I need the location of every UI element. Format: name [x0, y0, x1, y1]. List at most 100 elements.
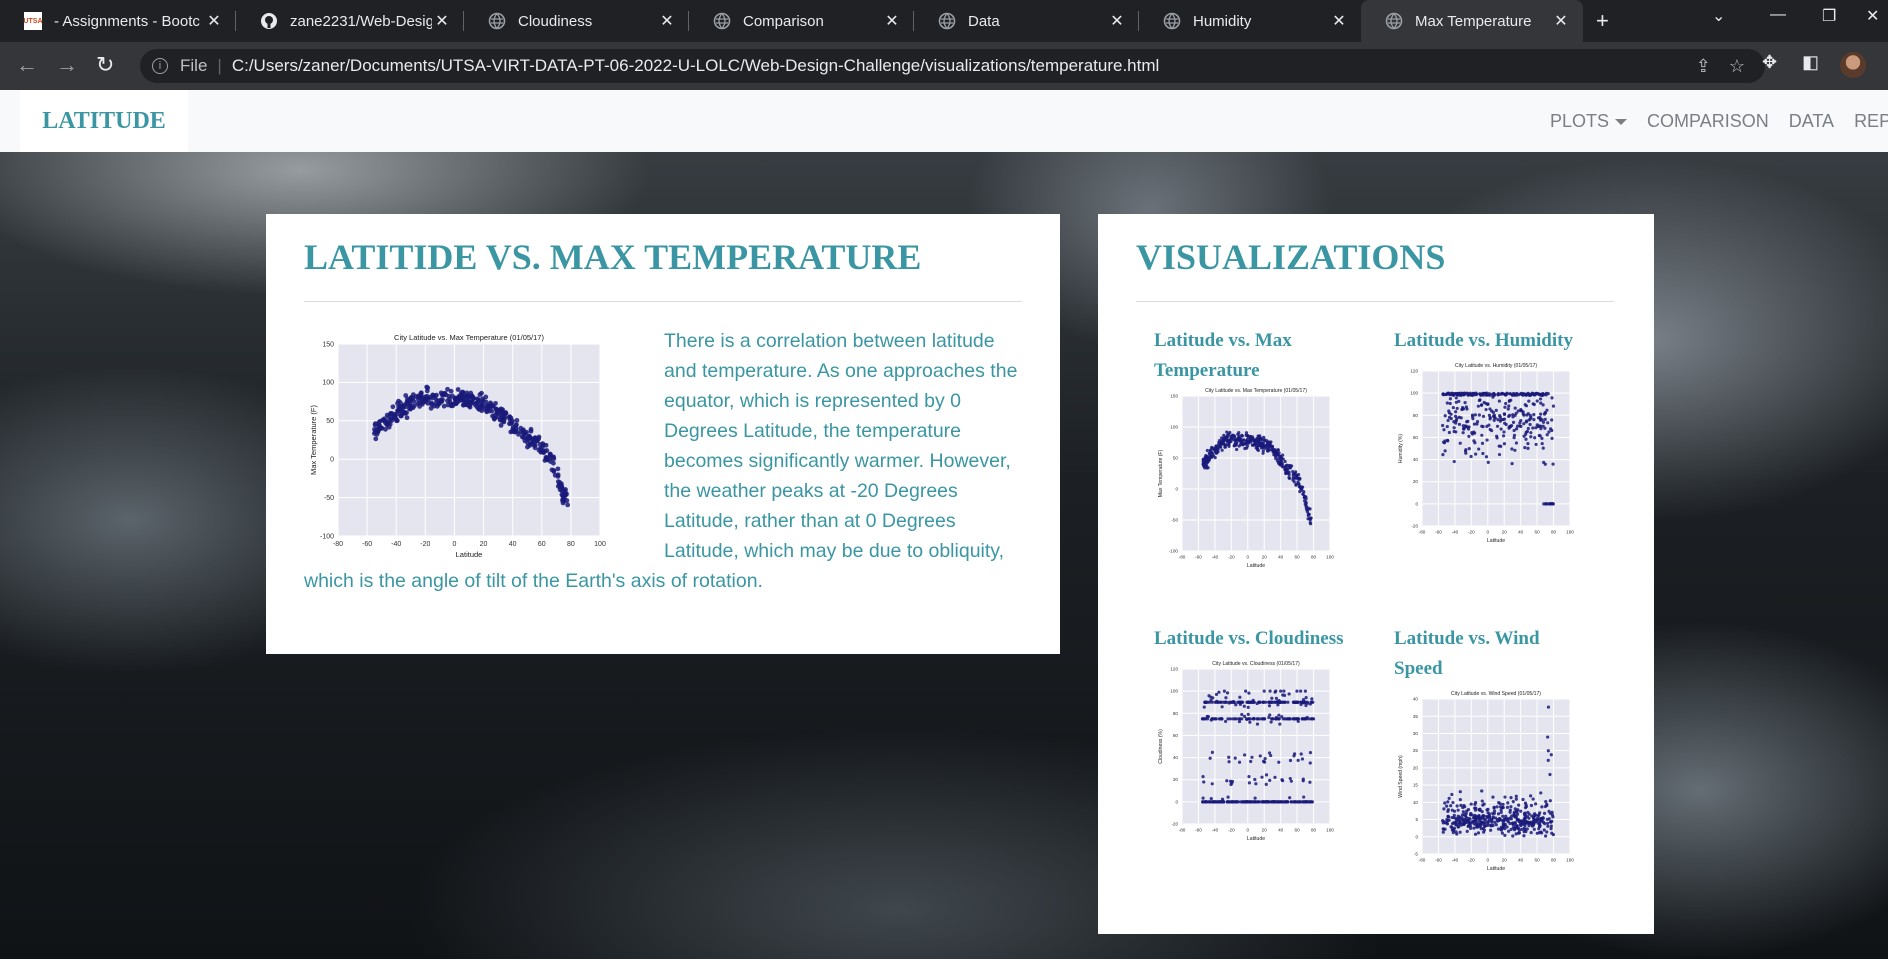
close-icon[interactable]: ✕	[204, 11, 224, 31]
y-axis-label: Max Temperature (F)	[1158, 449, 1164, 497]
data-point	[1247, 439, 1251, 443]
data-point	[1242, 438, 1246, 442]
tab-cloudiness[interactable]: Cloudiness ✕	[464, 0, 689, 42]
tab-comparison[interactable]: Comparison ✕	[689, 0, 914, 42]
y-tick-label: 0	[1415, 834, 1418, 839]
close-icon[interactable]: ✕	[657, 11, 677, 31]
new-tab-button[interactable]: +	[1596, 8, 1609, 34]
data-point	[1309, 516, 1313, 520]
y-tick-label: 0	[1415, 501, 1418, 506]
info-icon[interactable]: i	[152, 58, 168, 74]
nav-data[interactable]: DATA	[1789, 111, 1834, 132]
data-point	[1262, 760, 1267, 764]
viz-link-wind-speed[interactable]: Latitude vs. Wind Speed	[1394, 624, 1544, 684]
viz-link-max-temperature[interactable]: Latitude vs. Max Temperature	[1154, 326, 1334, 386]
close-window-button[interactable]: ✕	[1866, 6, 1879, 26]
data-point	[1484, 455, 1489, 459]
y-tick-label: 0	[1175, 487, 1178, 492]
bookmark-star-icon[interactable]: ☆	[1729, 56, 1745, 77]
close-icon[interactable]: ✕	[1329, 11, 1349, 31]
data-point	[1522, 413, 1526, 417]
x-tick-label: 40	[1518, 530, 1524, 535]
data-point	[1458, 790, 1462, 794]
close-icon[interactable]: ✕	[1107, 11, 1127, 31]
data-point	[1541, 403, 1545, 407]
address-bar[interactable]: i File | C:/Users/zaner/Documents/UTSA-V…	[140, 49, 1765, 83]
data-point	[1531, 426, 1535, 430]
cloudiness-thumbnail[interactable]: -80 -60 -40 -20 0 20 40 60 80 100 -20 0 20 40 60 80 100 1…	[1154, 655, 1344, 850]
data-point	[1225, 800, 1230, 804]
data-point	[1499, 825, 1503, 829]
data-point	[1544, 393, 1548, 397]
data-point	[1481, 451, 1485, 456]
restore-button[interactable]: ❐	[1822, 6, 1836, 26]
minimize-button[interactable]: —	[1770, 6, 1786, 24]
forward-button[interactable]: →	[56, 52, 78, 78]
tab-data[interactable]: Data ✕	[914, 0, 1139, 42]
data-point	[1489, 828, 1493, 832]
data-point	[1486, 460, 1490, 464]
data-point	[1268, 700, 1273, 704]
side-panel-icon[interactable]: ◧	[1802, 52, 1819, 73]
data-point	[1470, 432, 1475, 436]
tab-github[interactable]: zane2231/Web-Design ✕	[236, 0, 464, 42]
x-tick-label: 20	[1502, 858, 1508, 863]
data-point	[1492, 805, 1496, 809]
tab-assignments[interactable]: UTSA - Assignments - Bootc ✕	[0, 0, 236, 42]
data-point	[1207, 800, 1211, 804]
data-point	[1484, 407, 1488, 412]
data-point	[1550, 810, 1554, 814]
data-point	[1546, 821, 1550, 825]
data-point	[1242, 704, 1246, 708]
tab-max-temperature[interactable]: Max Temperature ✕	[1361, 0, 1583, 42]
x-tick-label: 40	[1278, 555, 1284, 560]
tab-search-icon[interactable]: ⌄	[1712, 6, 1725, 26]
data-point	[1454, 419, 1458, 423]
avatar[interactable]	[1840, 52, 1866, 78]
data-point	[1449, 825, 1453, 829]
close-icon[interactable]: ✕	[432, 11, 452, 31]
data-point	[1471, 417, 1475, 421]
max-temperature-thumbnail[interactable]: -80 -60 -40 -20 0 20 40 60 80 100 -100 -50 0 50 100 150…	[1154, 382, 1344, 577]
data-point	[1470, 413, 1475, 417]
data-point	[1201, 774, 1205, 779]
browser-tab-bar: UTSA - Assignments - Bootc ✕ zane2231/We…	[0, 0, 1888, 42]
nav-plots-dropdown[interactable]: PLOTS	[1550, 111, 1628, 132]
x-tick-label: -60	[1435, 858, 1442, 863]
data-point	[1539, 418, 1543, 422]
data-point	[1203, 700, 1207, 704]
viz-link-cloudiness[interactable]: Latitude vs. Cloudiness	[1154, 624, 1364, 654]
data-point	[1442, 428, 1446, 432]
close-icon[interactable]: ✕	[1551, 11, 1571, 31]
data-point	[1451, 828, 1456, 832]
data-point	[1462, 427, 1466, 431]
data-point	[1243, 446, 1247, 451]
data-point	[1246, 712, 1250, 716]
data-point	[1508, 821, 1512, 826]
x-tick-label: 40	[1518, 858, 1524, 863]
brand-link[interactable]: LATITUDE	[20, 90, 188, 152]
data-point	[1540, 393, 1544, 397]
data-point	[1487, 814, 1491, 818]
back-button[interactable]: ←	[16, 52, 38, 78]
data-point	[1481, 414, 1486, 418]
data-point	[1520, 819, 1524, 823]
nav-comparison[interactable]: COMPARISON	[1647, 111, 1769, 132]
tab-humidity[interactable]: Humidity ✕	[1139, 0, 1361, 42]
close-icon[interactable]: ✕	[882, 11, 902, 31]
nav-repo[interactable]: REPO	[1854, 111, 1888, 132]
data-point	[1288, 796, 1292, 800]
extensions-icon[interactable]: ✥	[1762, 52, 1777, 73]
humidity-thumbnail[interactable]: -80 -60 -40 -20 0 20 40 60 80 100 -20 0 20 40 60 80 100 1…	[1394, 357, 1584, 552]
x-tick-label: 20	[1262, 828, 1268, 833]
viz-link-humidity[interactable]: Latitude vs. Humidity	[1394, 326, 1594, 356]
share-icon[interactable]: ⇪	[1696, 56, 1711, 77]
wind-speed-thumbnail[interactable]: -80 -60 -40 -20 0 20 40 60 80 100 -5 0 5 10 15 20 25 30 35…	[1394, 685, 1584, 880]
tab-title: Comparison	[743, 12, 824, 30]
data-point	[1538, 821, 1542, 826]
reload-button[interactable]: ↻	[96, 52, 114, 78]
y-tick-label: -100	[1169, 549, 1179, 554]
data-point	[1544, 502, 1548, 506]
y-tick-label: 40	[1413, 697, 1419, 702]
data-point	[1501, 434, 1506, 438]
